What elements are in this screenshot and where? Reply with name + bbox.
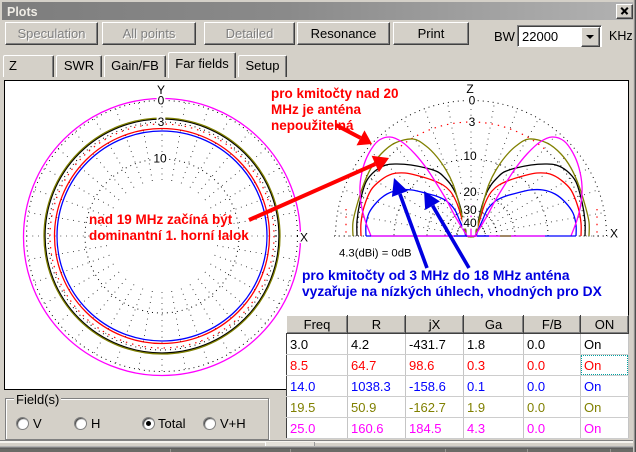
svg-text:X: X [300, 231, 308, 245]
svg-text:20: 20 [463, 185, 477, 199]
svg-text:pro kmitočty od 3 MHz do 18 MH: pro kmitočty od 3 MHz do 18 MHz anténa [302, 268, 570, 283]
svg-text:nepoužitelná: nepoužitelná [271, 118, 354, 133]
svg-text:pro kmitočty nad 20: pro kmitočty nad 20 [271, 86, 399, 101]
svg-text:10: 10 [463, 149, 477, 163]
svg-text:40: 40 [463, 216, 477, 230]
svg-text:3: 3 [469, 115, 476, 129]
svg-text:nad 19 MHz začíná být: nad 19 MHz začíná být [89, 212, 233, 227]
svg-text:dominantní 1. horní lalok: dominantní 1. horní lalok [89, 228, 249, 243]
svg-text:0: 0 [469, 94, 476, 108]
svg-text:0: 0 [158, 94, 165, 108]
svg-text:10: 10 [153, 152, 167, 166]
svg-text:vyzařuje na nízkých úhlech, vh: vyzařuje na nízkých úhlech, vhodných pro… [302, 284, 603, 299]
svg-text:X: X [610, 227, 618, 241]
svg-text:3: 3 [158, 115, 165, 129]
svg-text:MHz je anténa: MHz je anténa [271, 102, 362, 117]
svg-text:30: 30 [463, 203, 477, 217]
svg-text:4.3(dBi) = 0dB: 4.3(dBi) = 0dB [339, 248, 412, 260]
